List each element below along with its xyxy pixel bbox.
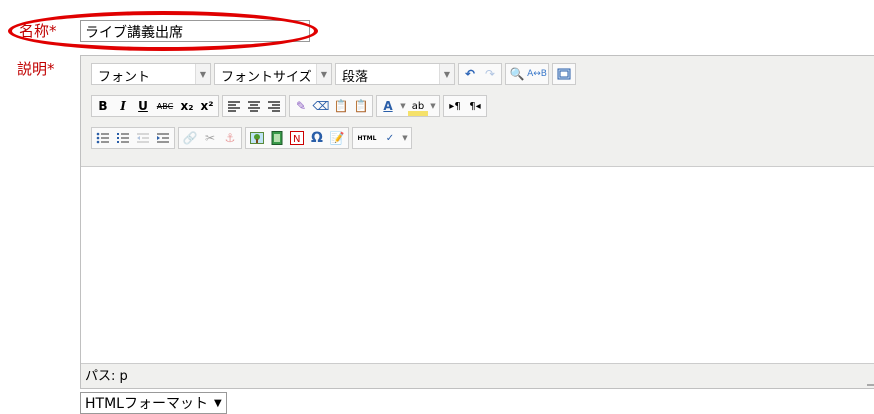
chevron-down-icon[interactable]: ▼ <box>398 96 408 116</box>
rtl-icon[interactable]: ¶◂ <box>465 96 485 116</box>
chevron-down-icon: ▼ <box>316 64 331 84</box>
toolbar-row-3: 🔗 ✂ ⚓ N Ω 📝 HTML ✓ ▼ <box>91 126 415 150</box>
link-icon[interactable]: 🔗 <box>180 128 200 148</box>
align-center-icon[interactable] <box>244 96 264 116</box>
link-group: 🔗 ✂ ⚓ <box>178 127 242 149</box>
font-size-select-value: フォントサイズ <box>221 70 312 84</box>
font-select[interactable]: フォント ▼ <box>91 63 211 85</box>
edit-icon[interactable]: 📝 <box>327 128 347 148</box>
undo-icon[interactable]: ↶ <box>460 64 480 84</box>
bold-icon[interactable]: B <box>93 96 113 116</box>
redo-icon[interactable]: ↷ <box>480 64 500 84</box>
paste-word-icon[interactable]: 📋 <box>351 96 371 116</box>
ltr-icon[interactable]: ▸¶ <box>445 96 465 116</box>
highlight-color-icon[interactable]: ab <box>408 96 428 116</box>
cleanup-icon[interactable]: ✎ <box>291 96 311 116</box>
paragraph-select-value: 段落 <box>342 70 369 84</box>
search-group: 🔍 A↔B <box>505 63 549 85</box>
rich-text-editor: フォント ▼ フォントサイズ ▼ 段落 ▼ ↶ ↷ 🔍 A↔B B I U AB… <box>80 55 874 389</box>
required-mark: * <box>47 60 55 78</box>
color-group: A ▼ ab ▼ <box>376 95 440 117</box>
media-icon[interactable] <box>267 128 287 148</box>
format-select[interactable]: HTMLフォーマット ▼ <box>80 392 227 414</box>
chevron-down-icon: ▼ <box>213 397 222 409</box>
paragraph-select[interactable]: 段落 ▼ <box>335 63 455 85</box>
name-label: 名称* <box>19 20 57 41</box>
replace-icon[interactable]: A↔B <box>527 64 547 84</box>
nolink-icon[interactable]: N <box>287 128 307 148</box>
outdent-icon[interactable] <box>133 128 153 148</box>
name-input[interactable]: ライブ講義出席 <box>80 20 310 42</box>
description-label: 説明* <box>17 58 55 79</box>
chevron-down-icon[interactable]: ▼ <box>428 96 438 116</box>
spellcheck-icon[interactable]: ✓ <box>380 128 400 148</box>
special-char-icon[interactable]: Ω <box>307 128 327 148</box>
format-select-value: HTMLフォーマット <box>85 396 208 412</box>
chevron-down-icon[interactable]: ▼ <box>400 128 410 148</box>
chevron-down-icon: ▼ <box>439 64 454 84</box>
direction-group: ▸¶ ¶◂ <box>443 95 487 117</box>
fullscreen-icon[interactable] <box>554 64 574 84</box>
image-icon[interactable] <box>247 128 267 148</box>
indent-icon[interactable] <box>153 128 173 148</box>
align-right-icon[interactable] <box>264 96 284 116</box>
toolbar-row-1: フォント ▼ フォントサイズ ▼ 段落 ▼ ↶ ↷ 🔍 A↔B <box>91 62 579 86</box>
paste-group: ✎ ⌫ 📋 📋 <box>289 95 373 117</box>
name-input-value: ライブ講義出席 <box>85 25 183 41</box>
text-color-icon[interactable]: A <box>378 96 398 116</box>
text-style-group: B I U ABC x₂ x² <box>91 95 219 117</box>
resize-handle-icon[interactable] <box>867 376 874 386</box>
underline-icon[interactable]: U <box>133 96 153 116</box>
strikethrough-icon[interactable]: ABC <box>153 96 177 116</box>
required-mark: * <box>49 22 57 40</box>
align-left-icon[interactable] <box>224 96 244 116</box>
fullscreen-group <box>552 63 576 85</box>
subscript-icon[interactable]: x₂ <box>177 96 197 116</box>
undo-group: ↶ ↷ <box>458 63 502 85</box>
tools-group: HTML ✓ ▼ <box>352 127 412 149</box>
superscript-icon[interactable]: x² <box>197 96 217 116</box>
chevron-down-icon: ▼ <box>195 64 210 84</box>
description-label-text: 説明 <box>17 60 48 78</box>
editor-path: パス: p <box>85 369 128 384</box>
anchor-icon[interactable]: ⚓ <box>220 128 240 148</box>
italic-icon[interactable]: I <box>113 96 133 116</box>
name-label-text: 名称 <box>19 22 50 40</box>
find-icon[interactable]: 🔍 <box>507 64 527 84</box>
html-source-icon[interactable]: HTML <box>354 128 380 148</box>
unlink-icon[interactable]: ✂ <box>200 128 220 148</box>
toolbar-row-2: B I U ABC x₂ x² ✎ ⌫ 📋 📋 A ▼ ab ▼ ▸¶ ¶◂ <box>91 94 490 118</box>
font-select-value: フォント <box>98 70 151 84</box>
remove-format-icon[interactable]: ⌫ <box>311 96 331 116</box>
list-group <box>91 127 175 149</box>
alignment-group <box>222 95 286 117</box>
editor-content-area[interactable] <box>81 166 874 364</box>
svg-text:N: N <box>293 134 300 145</box>
insert-group: N Ω 📝 <box>245 127 349 149</box>
paste-text-icon[interactable]: 📋 <box>331 96 351 116</box>
bullet-list-icon[interactable] <box>93 128 113 148</box>
font-size-select[interactable]: フォントサイズ ▼ <box>214 63 332 85</box>
numbered-list-icon[interactable] <box>113 128 133 148</box>
